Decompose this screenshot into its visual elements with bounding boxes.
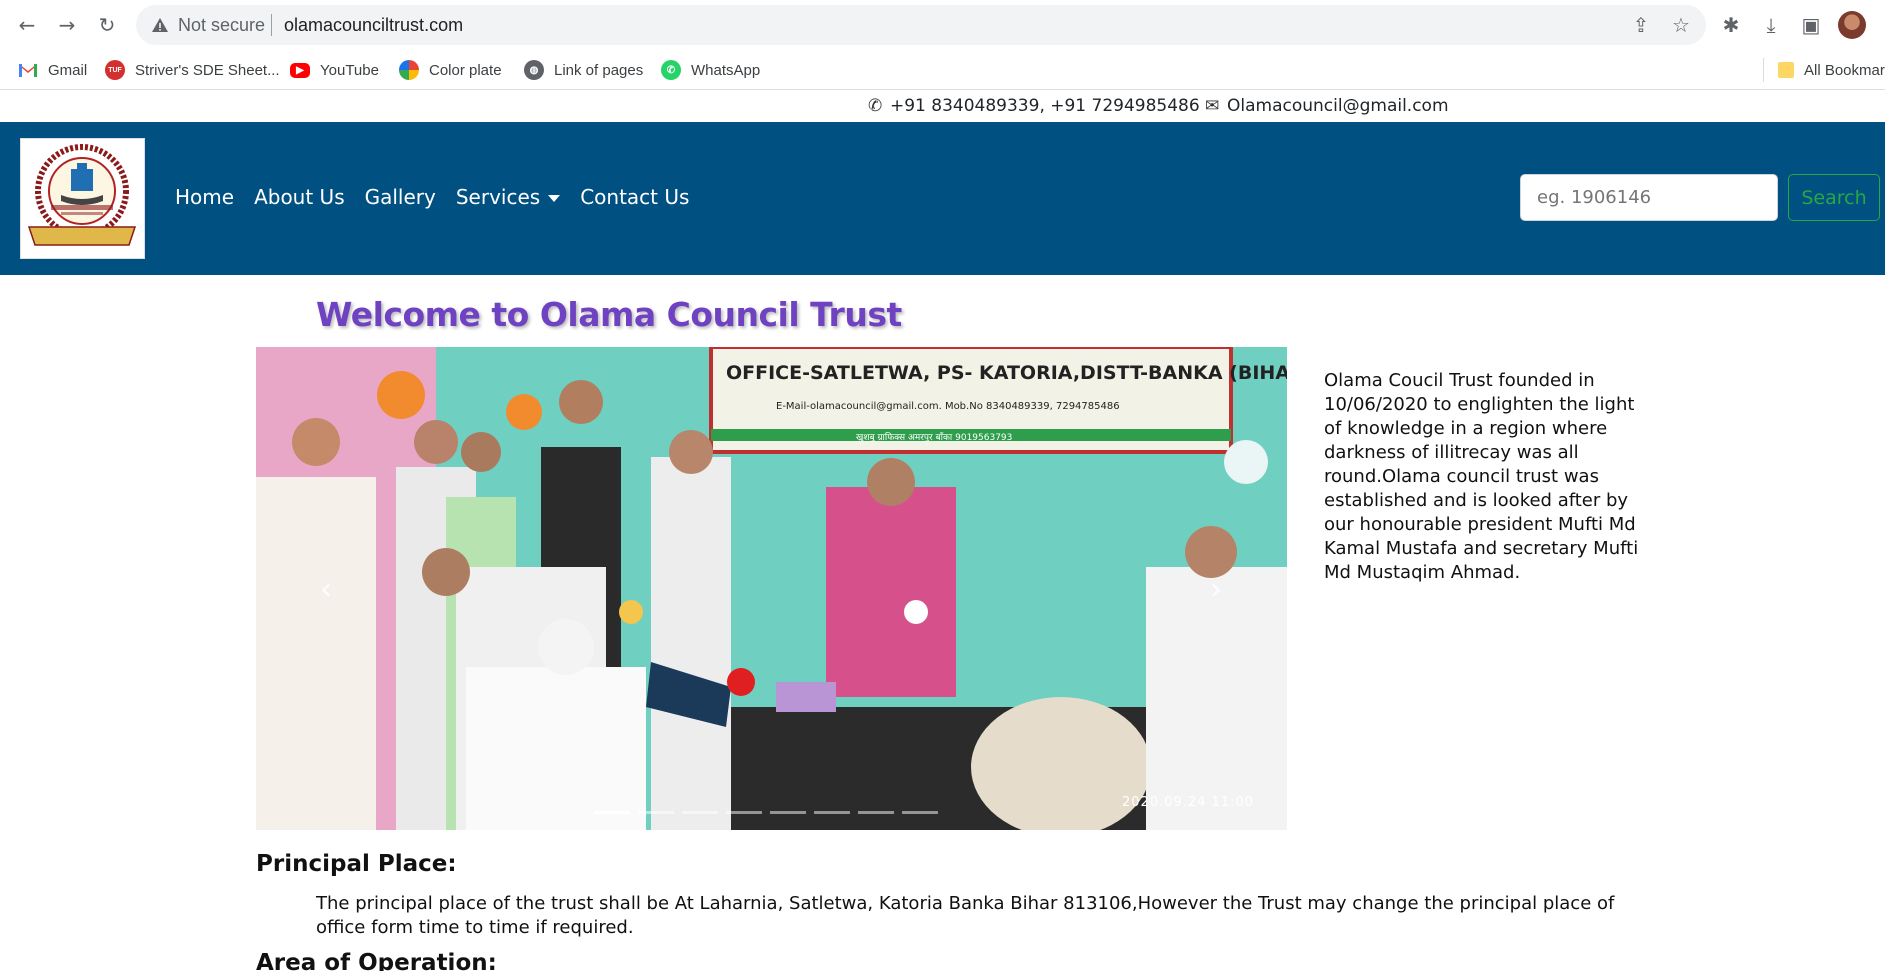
bookmark-all-bookmarks[interactable]: All Bookmar	[1778, 59, 1885, 81]
download-icon[interactable]: ⤓	[1758, 12, 1784, 38]
bookmarks-bar: Gmail TUF Striver's SDE Sheet... ▶ YouTu…	[0, 50, 1885, 90]
email-contact: ✉ Olamacouncil@gmail.com	[1205, 96, 1449, 116]
browser-toolbar: ← → ↻ Not secure olamacounciltrust.com ⇪…	[0, 0, 1885, 50]
youtube-icon: ▶	[290, 62, 310, 78]
page-title: Welcome to Olama Council Trust	[316, 295, 902, 334]
reload-icon[interactable]: ↻	[94, 12, 120, 38]
envelope-icon: ✉	[1205, 96, 1220, 116]
site-logo[interactable]	[20, 138, 145, 259]
bookmark-label: All Bookmar	[1804, 61, 1885, 79]
site-navbar: Home About Us Gallery Services Contact U…	[0, 122, 1885, 275]
banner-line-3: खुशबु ग्राफिक्स अमरपुर बाँका 9019563793	[856, 431, 1012, 443]
whatsapp-icon: ✆	[661, 60, 681, 80]
phone-numbers: +91 8340489339, +91 7294985486	[890, 96, 1200, 116]
carousel-indicator[interactable]	[682, 811, 718, 814]
nav-home[interactable]: Home	[175, 185, 234, 209]
banner-line-1: OFFICE-SATLETWA, PS- KATORIA,DISTT-BANKA…	[726, 362, 1287, 384]
security-label[interactable]: Not secure	[178, 15, 265, 36]
tuf-icon: TUF	[105, 60, 125, 80]
email-address: Olamacouncil@gmail.com	[1227, 96, 1449, 116]
section-heading-principal-place: Principal Place:	[256, 851, 457, 877]
gmail-icon	[18, 60, 38, 80]
bookmark-whatsapp[interactable]: ✆ WhatsApp	[661, 59, 760, 81]
bookmark-label: Striver's SDE Sheet...	[135, 61, 280, 79]
forward-icon[interactable]: →	[54, 12, 80, 38]
photo-timestamp: 2020.09.24 11:00	[1122, 795, 1255, 810]
warning-icon	[152, 18, 168, 32]
carousel-prev-icon[interactable]: ‹	[311, 572, 341, 608]
bookmark-gmail[interactable]: Gmail	[18, 59, 87, 81]
folder-icon	[1778, 62, 1794, 78]
url-text[interactable]: olamacounciltrust.com	[284, 15, 463, 36]
banner-line-2: E-Mail-olamacouncil@gmail.com. Mob.No 83…	[776, 401, 1120, 412]
nav-services-dropdown[interactable]: Services	[455, 185, 561, 209]
bookmark-label: Color plate	[429, 61, 502, 79]
carousel-indicator[interactable]	[858, 811, 894, 814]
bookmark-striver[interactable]: TUF Striver's SDE Sheet...	[105, 59, 280, 81]
section-heading-area-of-operation: Area of Operation:	[256, 950, 497, 971]
intro-text: Olama Coucil Trust founded in 10/06/2020…	[1324, 370, 1639, 583]
bookmark-label: WhatsApp	[691, 61, 761, 79]
nav-contact-us[interactable]: Contact Us	[580, 185, 689, 209]
carousel-indicator[interactable]	[594, 811, 630, 814]
main-nav: Home About Us Gallery Services Contact U…	[175, 185, 709, 209]
carousel-indicator[interactable]	[902, 811, 938, 814]
bookmark-label: Link of pages	[554, 61, 644, 79]
nav-gallery[interactable]: Gallery	[365, 185, 436, 209]
extensions-icon[interactable]: ✱	[1718, 12, 1744, 38]
web-page: ✆ +91 8340489339, +91 7294985486 ✉ Olamaco…	[0, 91, 1885, 971]
address-bar[interactable]: Not secure olamacounciltrust.com ⇪ ☆	[136, 5, 1706, 45]
bookmarks-divider	[1763, 58, 1764, 82]
nav-about-us[interactable]: About Us	[254, 185, 345, 209]
bookmark-color-plate[interactable]: Color plate	[399, 59, 502, 81]
color-plate-icon	[399, 60, 419, 80]
bookmark-label: YouTube	[320, 61, 379, 79]
back-icon[interactable]: ←	[14, 12, 40, 38]
section-body-principal-place: The principal place of the trust shall b…	[316, 893, 1615, 938]
share-icon[interactable]: ⇪	[1630, 14, 1652, 36]
globe-icon: ◍	[524, 60, 544, 80]
search-button[interactable]: Search	[1788, 174, 1880, 221]
phone-contact: ✆ +91 8340489339, +91 7294985486	[868, 96, 1200, 116]
side-panel-icon[interactable]: ▣	[1798, 12, 1824, 38]
caret-down-icon	[548, 195, 561, 202]
carousel-indicator[interactable]	[814, 811, 850, 814]
profile-avatar[interactable]	[1838, 11, 1866, 39]
carousel-next-icon[interactable]: ›	[1201, 572, 1231, 608]
search-input[interactable]	[1520, 174, 1778, 221]
bookmark-youtube[interactable]: ▶ YouTube	[290, 59, 379, 81]
carousel-slide-image: OFFICE-SATLETWA, PS- KATORIA,DISTT-BANKA…	[256, 347, 1287, 830]
carousel-indicators	[594, 811, 938, 814]
bookmark-link-of-pages[interactable]: ◍ Link of pages	[524, 59, 643, 81]
nav-services-label: Services	[455, 185, 541, 209]
phone-icon: ✆	[868, 96, 883, 116]
image-carousel[interactable]: OFFICE-SATLETWA, PS- KATORIA,DISTT-BANKA…	[256, 347, 1287, 830]
star-icon[interactable]: ☆	[1670, 14, 1692, 36]
bookmark-label: Gmail	[48, 61, 88, 79]
carousel-indicator[interactable]	[726, 811, 762, 814]
carousel-indicator[interactable]	[638, 811, 674, 814]
carousel-indicator[interactable]	[770, 811, 806, 814]
contact-bar: ✆ +91 8340489339, +91 7294985486 ✉ Olamaco…	[0, 91, 1885, 122]
omnibox-divider	[271, 14, 272, 36]
